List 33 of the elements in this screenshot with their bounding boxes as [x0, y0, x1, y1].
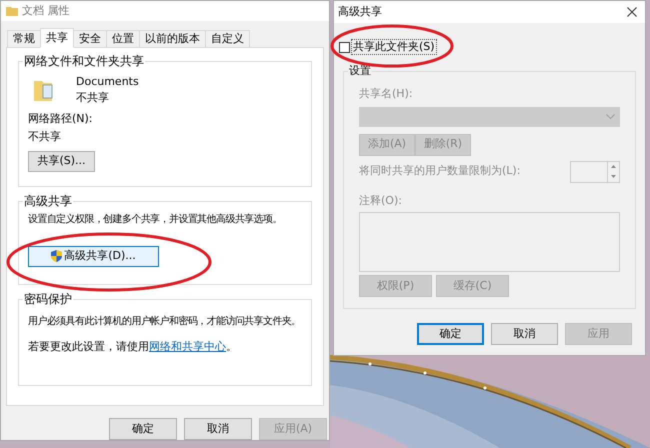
checkbox-label[interactable]: 共享此文件夹(S): [351, 39, 437, 55]
tab[interactable]: 常规: [7, 30, 41, 48]
group-heading: 密码保护: [23, 290, 73, 307]
group-heading: 网络文件和文件夹共享: [23, 52, 145, 69]
cancel-button[interactable]: 取消: [184, 418, 252, 440]
cancel-button[interactable]: 取消: [491, 323, 558, 345]
close-icon[interactable]: [627, 7, 637, 17]
tab[interactable]: 共享: [40, 28, 74, 48]
share-button[interactable]: 共享(S)...: [28, 150, 95, 172]
advanced-sharing-button[interactable]: 高级共享(D)...: [28, 246, 159, 267]
folder-icon: [6, 4, 18, 17]
folder-status: 不共享: [76, 90, 110, 106]
group-heading: 高级共享: [23, 192, 73, 209]
tab[interactable]: 自定义: [205, 30, 250, 48]
share-name-label: 共享名(H):: [359, 86, 414, 102]
chevron-down-icon: [606, 114, 615, 120]
path-label: 网络路径(N):: [28, 110, 94, 127]
ok-button[interactable]: 确定: [109, 418, 177, 440]
dialog-title: 高级共享: [338, 4, 382, 20]
window-title: 文档 属性: [22, 2, 70, 19]
network-sharing-center-link[interactable]: 网络和共享中心: [149, 340, 226, 353]
down-arrow-icon: [611, 175, 616, 178]
path-value: 不共享: [28, 128, 62, 145]
instruction-text: 若要更改此设置，请使用网络和共享中心。: [28, 338, 238, 355]
ok-button[interactable]: 确定: [417, 323, 484, 345]
user-limit-label: 将同时共享的用户数量限制为(L):: [359, 163, 520, 180]
shield-icon: [51, 250, 62, 262]
folder-name: Documents: [76, 74, 139, 90]
checkbox[interactable]: [339, 42, 350, 52]
description-text: 用户必须具有此计算机的用户帐户和密码，才能访问共享文件夹。: [28, 314, 302, 329]
comment-label: 注释(O):: [359, 192, 403, 208]
up-arrow-icon: [611, 165, 616, 168]
description-text: 设置自定义权限，创建多个共享，并设置其他高级共享选项。: [28, 212, 283, 227]
